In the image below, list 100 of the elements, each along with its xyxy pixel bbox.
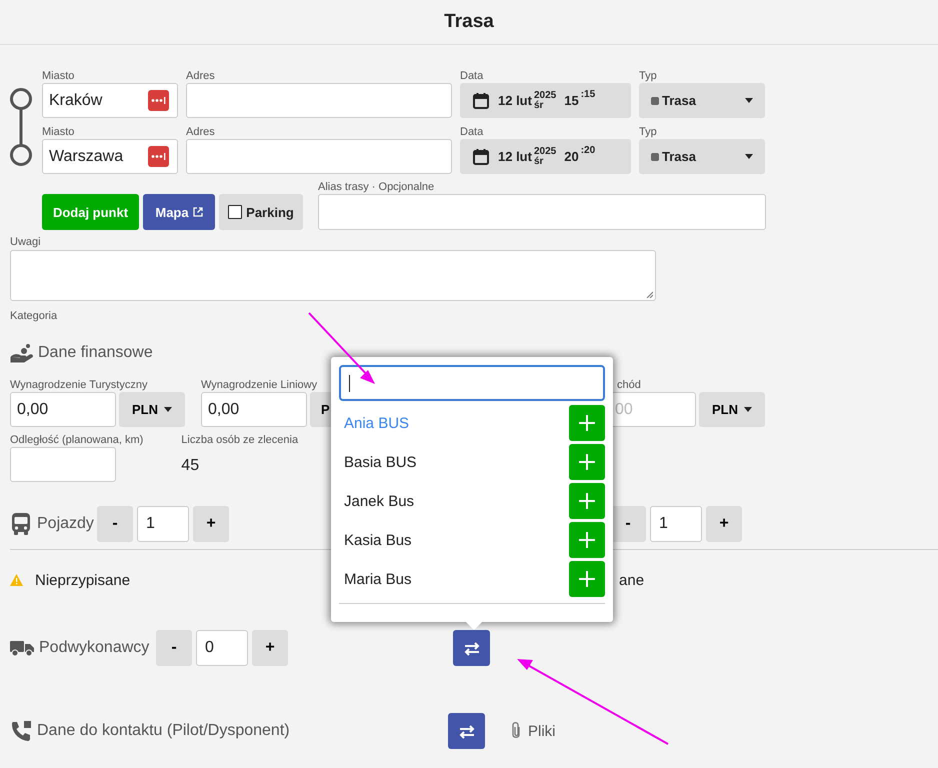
field-value: 0,00 — [208, 400, 240, 418]
plus-icon — [579, 493, 595, 509]
alias-field[interactable] — [318, 194, 766, 230]
currency-dropdown[interactable]: PLN — [119, 392, 185, 427]
list-item[interactable]: Maria Bus — [344, 570, 412, 588]
decrement-button[interactable]: - — [610, 506, 646, 542]
section-label: Pojazdy — [37, 515, 95, 533]
distance-field[interactable] — [10, 447, 116, 482]
field-label: Miasto — [42, 126, 74, 139]
field-value: Kraków — [49, 92, 102, 110]
notes-field[interactable] — [10, 250, 656, 301]
field-label: Odległość (planowana, km) — [10, 434, 144, 447]
count-field[interactable]: 1 — [137, 506, 189, 542]
section-label: Dane do kontaktu (Pilot/Dysponent) — [37, 722, 291, 740]
list-item[interactable]: Basia BUS — [344, 454, 417, 470]
caret-icon — [164, 407, 172, 412]
increment-button[interactable]: + — [193, 506, 229, 542]
field-label: Wynagrodzenie Turystyczny — [10, 379, 148, 392]
field-label: Wynagrodzenie Liniowy — [201, 379, 318, 392]
date-year: 2025 — [534, 146, 556, 156]
count-field[interactable]: 1 — [650, 506, 702, 542]
page-title: Trasa — [444, 11, 494, 33]
type-dropdown[interactable]: Trasa — [639, 139, 765, 174]
section-label: Podwykonawcy — [39, 639, 150, 657]
paperclip-icon — [510, 721, 522, 741]
caret-icon — [745, 98, 753, 103]
list-item[interactable]: Janek Bus — [344, 492, 414, 510]
map-button[interactable]: Mapa — [143, 194, 215, 230]
swap-button[interactable] — [448, 713, 485, 749]
bus-icon — [10, 512, 32, 536]
city-field[interactable]: Warszawa — [42, 139, 178, 174]
phone-icon — [10, 720, 32, 742]
calendar-icon — [472, 92, 490, 110]
date-weekday: śr — [534, 156, 544, 166]
type-dropdown[interactable]: Trasa — [639, 83, 765, 118]
swap-icon — [458, 722, 476, 740]
plus-icon — [579, 454, 595, 470]
people-count: 45 — [181, 457, 200, 475]
field-label: Typ — [639, 126, 657, 139]
address-field[interactable] — [186, 83, 452, 118]
field-label: chód — [616, 379, 641, 392]
field-label: Uwagi — [10, 236, 42, 249]
date-day: 12 lut — [498, 149, 532, 164]
field-label: Alias trasy · Opcjonalne — [318, 181, 434, 194]
text-cursor — [349, 374, 350, 392]
date-weekday: śr — [534, 100, 544, 110]
status-label: Nieprzypisane — [35, 572, 130, 588]
date-day: 12 lut — [498, 93, 532, 108]
add-button[interactable] — [569, 561, 605, 597]
more-button[interactable] — [148, 146, 169, 167]
field-label: Miasto — [42, 70, 74, 83]
field-value: Warszawa — [49, 148, 124, 166]
decrement-button[interactable]: - — [156, 630, 192, 666]
city-field[interactable]: Kraków — [42, 83, 178, 118]
type-swatch — [651, 96, 659, 104]
decrement-button[interactable]: - — [97, 506, 133, 542]
caret-icon — [744, 407, 752, 412]
time-hour: 20 — [564, 149, 579, 164]
plus-icon — [579, 571, 595, 587]
time-minute: :20 — [580, 145, 596, 156]
plus-icon — [579, 532, 595, 548]
external-link-icon — [192, 207, 203, 217]
add-button[interactable] — [569, 522, 605, 558]
time-hour: 15 — [564, 93, 579, 108]
more-button[interactable] — [148, 90, 169, 111]
hand-coins-icon — [10, 343, 34, 363]
parking-checkbox[interactable]: Parking — [219, 194, 303, 230]
files-link[interactable]: Pliki — [528, 722, 556, 740]
list-item[interactable]: Ania BUS — [344, 414, 410, 432]
add-button[interactable] — [569, 483, 605, 519]
type-swatch — [651, 152, 659, 160]
time-minute: :15 — [580, 89, 596, 100]
caret-icon — [745, 154, 753, 159]
field-label: Adres — [186, 70, 215, 83]
list-item[interactable]: Kasia Bus — [344, 532, 412, 548]
amount-field[interactable]: 0,00 — [10, 392, 116, 427]
currency-dropdown[interactable]: PLN — [699, 392, 765, 427]
add-button[interactable] — [569, 405, 605, 441]
swap-icon — [462, 640, 480, 656]
field-value: 0,00 — [17, 400, 48, 418]
add-button[interactable] — [569, 444, 605, 480]
amount-field[interactable]: 0,00 — [201, 392, 307, 427]
swap-button[interactable] — [453, 630, 490, 666]
field-label: Kategoria — [10, 310, 58, 323]
search-field[interactable] — [339, 365, 605, 401]
checkbox[interactable] — [228, 205, 242, 219]
field-label: Data — [460, 126, 484, 139]
dots-icon — [151, 153, 166, 160]
date-year: 2025 — [534, 90, 556, 100]
section-heading: Dane finansowe — [38, 344, 153, 362]
field-label: Data — [460, 70, 484, 83]
field-label: Liczba osób ze zlecenia — [181, 434, 298, 447]
warning-icon — [10, 574, 23, 586]
address-field[interactable] — [186, 139, 452, 174]
truck-icon — [10, 639, 34, 657]
count-field[interactable]: 0 — [196, 630, 248, 666]
field-label: Adres — [186, 126, 215, 139]
increment-button[interactable]: + — [252, 630, 288, 666]
increment-button[interactable]: + — [706, 506, 742, 542]
status-label: ane — [619, 572, 644, 588]
